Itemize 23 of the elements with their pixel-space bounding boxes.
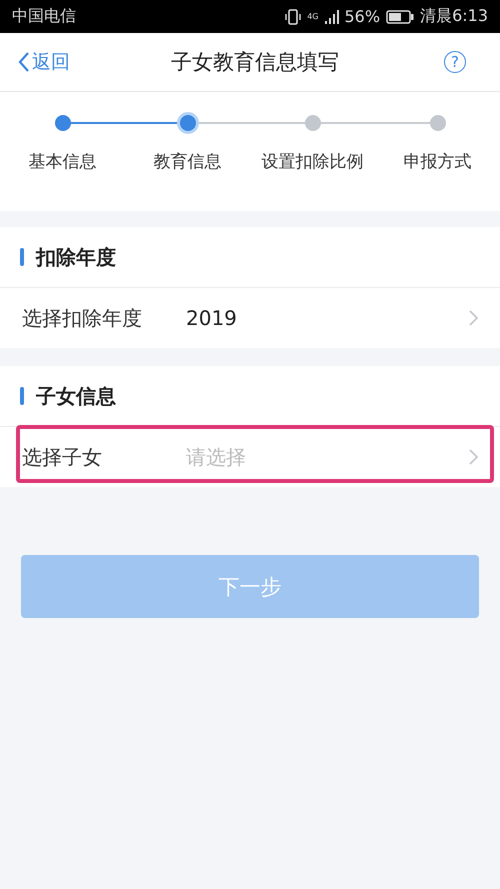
network-label: 4G: [307, 12, 318, 20]
clock-time: 清晨6:13: [420, 6, 488, 27]
section-marker: [20, 248, 24, 266]
help-button[interactable]: ?: [444, 51, 466, 73]
battery-icon: [386, 10, 414, 24]
signal-icon: [324, 10, 338, 24]
select-row[interactable]: 选择子女 请选择: [0, 427, 500, 487]
chevron-icon: [469, 449, 478, 465]
section-title: 子女信息: [36, 382, 116, 410]
back-icon: [18, 51, 30, 73]
carrier-name: 中国电信: [12, 6, 76, 27]
select-row[interactable]: 选择扣除年度 2019: [0, 288, 500, 348]
vibrate-icon: [285, 8, 302, 24]
step-label: 教育信息: [154, 151, 222, 173]
section-title: 扣除年度: [36, 244, 116, 270]
step-label: 设置扣除比例: [262, 151, 364, 173]
chevron-icon: [469, 310, 478, 326]
step-label: 申报方式: [404, 151, 472, 173]
battery-percent: 56%: [344, 7, 380, 26]
page-title: 子女教育信息填写: [170, 49, 340, 76]
step-label: 基本信息: [28, 151, 96, 173]
back-button[interactable]: 返回: [18, 49, 118, 75]
section-marker: [20, 387, 24, 405]
